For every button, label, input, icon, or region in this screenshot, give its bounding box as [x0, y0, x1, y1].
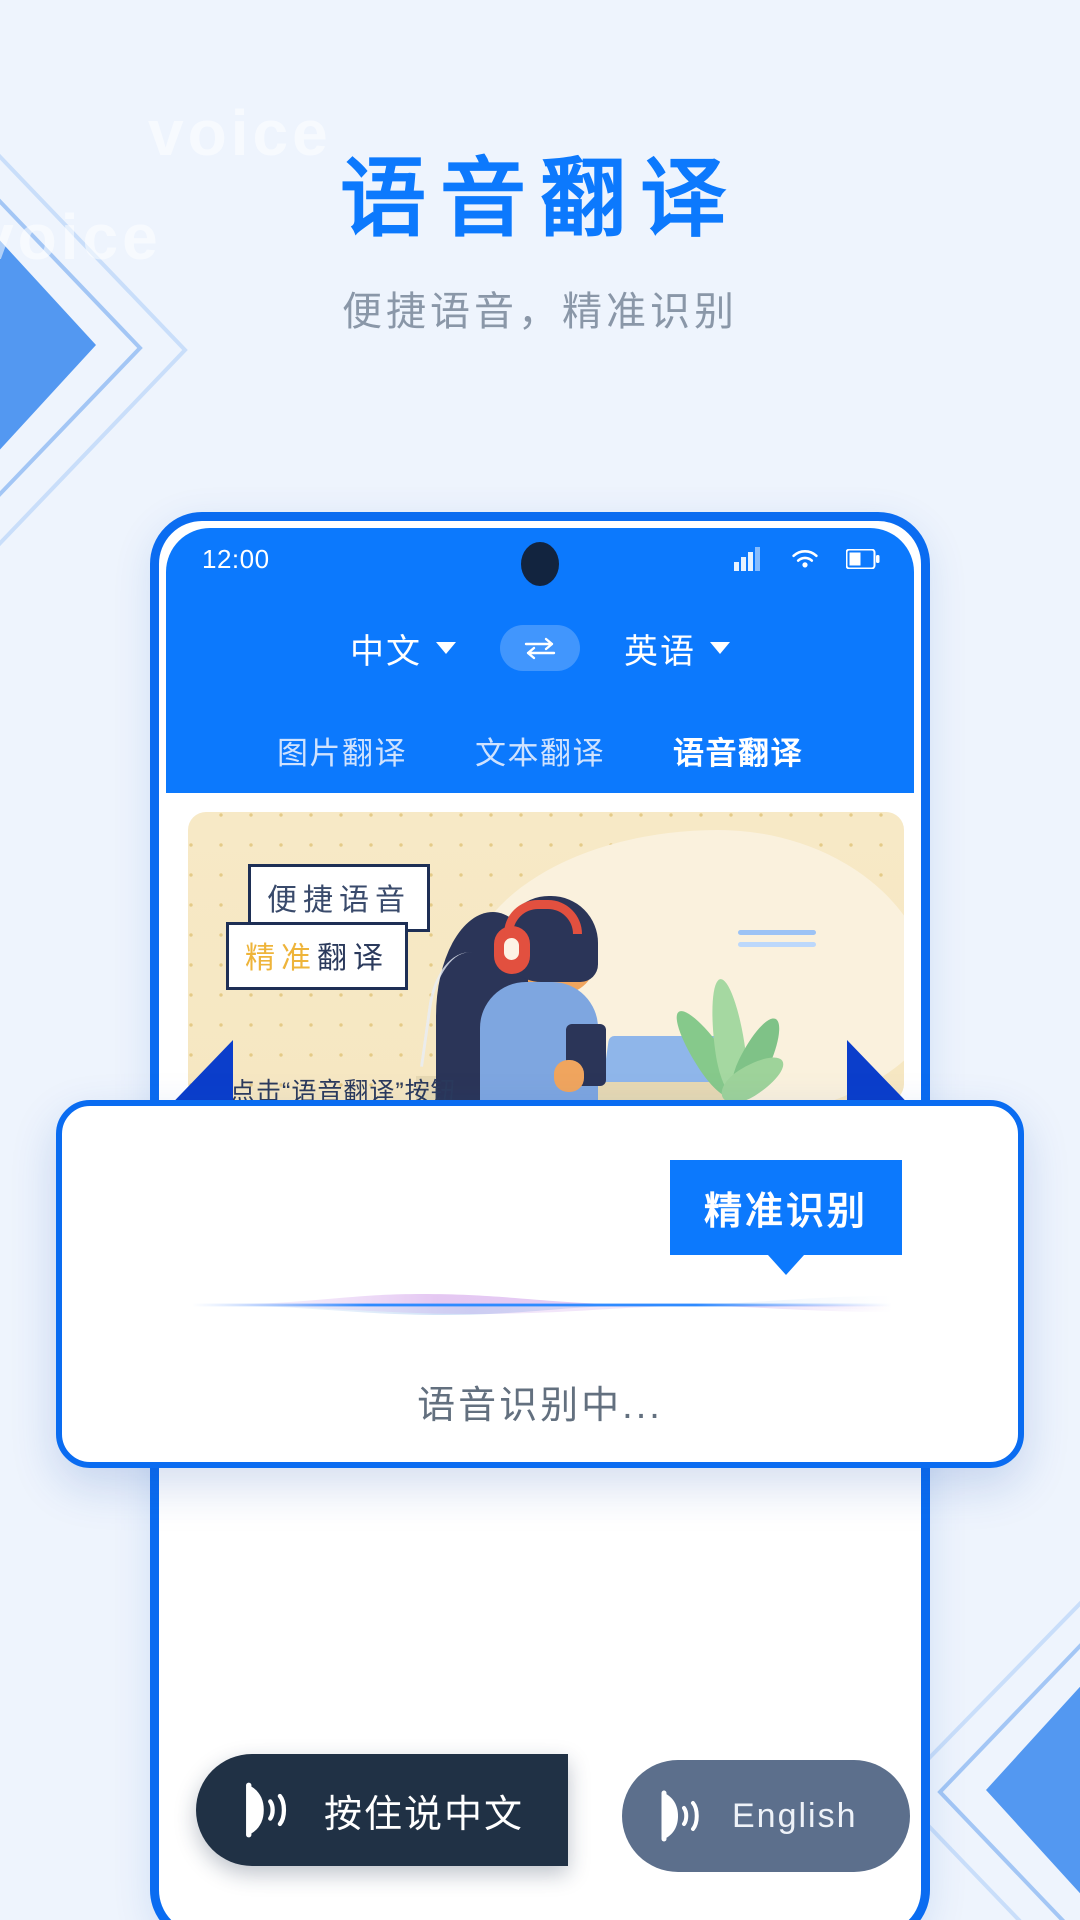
- page-title: 语音翻译: [340, 151, 740, 247]
- banner-decor-lines: [738, 930, 816, 954]
- wifi-icon: [792, 549, 818, 568]
- tab-bar: 图片翻译 文本翻译 语音翻译: [166, 710, 914, 790]
- swap-languages-button[interactable]: [500, 625, 580, 671]
- banner-label-bottom-dark: 翻译: [317, 942, 389, 975]
- language-bar: 中文 英语: [166, 602, 914, 694]
- banner-illustration: [416, 872, 791, 1102]
- swap-arrows-icon: [524, 637, 556, 660]
- source-language-selector[interactable]: 中文: [350, 624, 456, 673]
- speak-english-button[interactable]: English: [622, 1760, 910, 1872]
- battery-icon: [846, 549, 880, 569]
- banner-label-bottom: 精准翻译: [226, 922, 408, 990]
- speak-button-row: English 按住说中文: [196, 1754, 910, 1874]
- status-time: 12:00: [202, 543, 270, 574]
- source-language-label: 中文: [350, 632, 422, 671]
- status-bar: 12:00: [166, 528, 914, 590]
- target-language-label: 英语: [624, 632, 696, 671]
- speaking-face-icon: [246, 1782, 287, 1838]
- page-subtitle: 便捷语音，精准识别: [342, 290, 738, 334]
- speaking-face-icon: [661, 1790, 699, 1842]
- banner-label-bottom-highlight: 精准: [245, 942, 317, 975]
- tab-image-translate[interactable]: 图片翻译: [277, 728, 407, 773]
- app-header: 12:00 中文 英语 图片翻译 文本翻译 语音翻译: [166, 528, 914, 793]
- recognition-status-text: 语音识别中...: [417, 1385, 663, 1427]
- voice-waveform: [192, 1294, 892, 1315]
- chevron-down-icon: [436, 642, 456, 654]
- accuracy-badge: 精准识别: [669, 1160, 902, 1255]
- signal-icon: [734, 547, 760, 571]
- headline-block: 语音翻译 便捷语音，精准识别: [0, 0, 1080, 337]
- front-camera-notch: [521, 542, 559, 586]
- speak-english-label: English: [732, 1796, 858, 1835]
- chevron-down-icon: [710, 642, 730, 654]
- speak-chinese-button[interactable]: 按住说中文: [196, 1754, 568, 1866]
- tab-text-translate[interactable]: 文本翻译: [475, 728, 605, 773]
- banner-tip-text: 点击“语音翻译”按钮: [230, 1078, 457, 1102]
- plant-icon: [666, 952, 792, 1102]
- speak-chinese-label: 按住说中文: [324, 1793, 525, 1836]
- voice-recognition-overlay: 精准识别 语音识别中...: [56, 1100, 1024, 1468]
- tab-voice-translate[interactable]: 语音翻译: [673, 728, 803, 773]
- promo-banner[interactable]: 便捷语音 精准翻译 点击“语音翻译”按钮: [188, 812, 904, 1102]
- target-language-selector[interactable]: 英语: [624, 624, 730, 673]
